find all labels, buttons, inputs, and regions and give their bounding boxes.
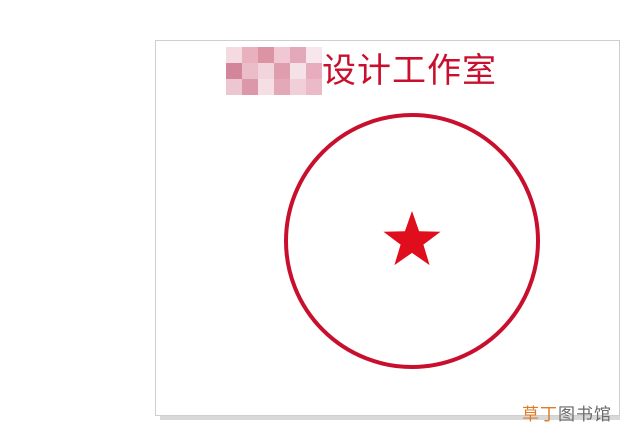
watermark-part-1: 草丁	[522, 405, 558, 425]
document-title: 设计工作室	[226, 45, 497, 97]
screen: 设计工作室 草丁图书馆	[0, 0, 620, 447]
mosaic-cell	[306, 63, 322, 79]
mosaic-cell	[274, 63, 290, 79]
mosaic-cell	[242, 47, 258, 63]
redacted-mosaic	[226, 47, 322, 95]
mosaic-cell	[258, 63, 274, 79]
document-canvas: 设计工作室	[155, 40, 620, 416]
red-star-icon	[383, 211, 441, 266]
mosaic-cell	[258, 47, 274, 63]
mosaic-cell	[306, 47, 322, 63]
mosaic-cell	[274, 47, 290, 63]
watermark-part-2: 图书馆	[558, 405, 612, 425]
seal-stamp	[284, 113, 540, 369]
mosaic-cell	[226, 63, 242, 79]
mosaic-cell	[306, 79, 322, 95]
mosaic-cell	[290, 47, 306, 63]
mosaic-cell	[258, 79, 274, 95]
mosaic-cell	[242, 79, 258, 95]
title-text: 设计工作室	[322, 51, 497, 91]
mosaic-cell	[226, 79, 242, 95]
watermark: 草丁图书馆	[522, 400, 612, 425]
mosaic-cell	[290, 79, 306, 95]
mosaic-cell	[290, 63, 306, 79]
mosaic-cell	[274, 79, 290, 95]
mosaic-cell	[226, 47, 242, 63]
mosaic-cell	[242, 63, 258, 79]
